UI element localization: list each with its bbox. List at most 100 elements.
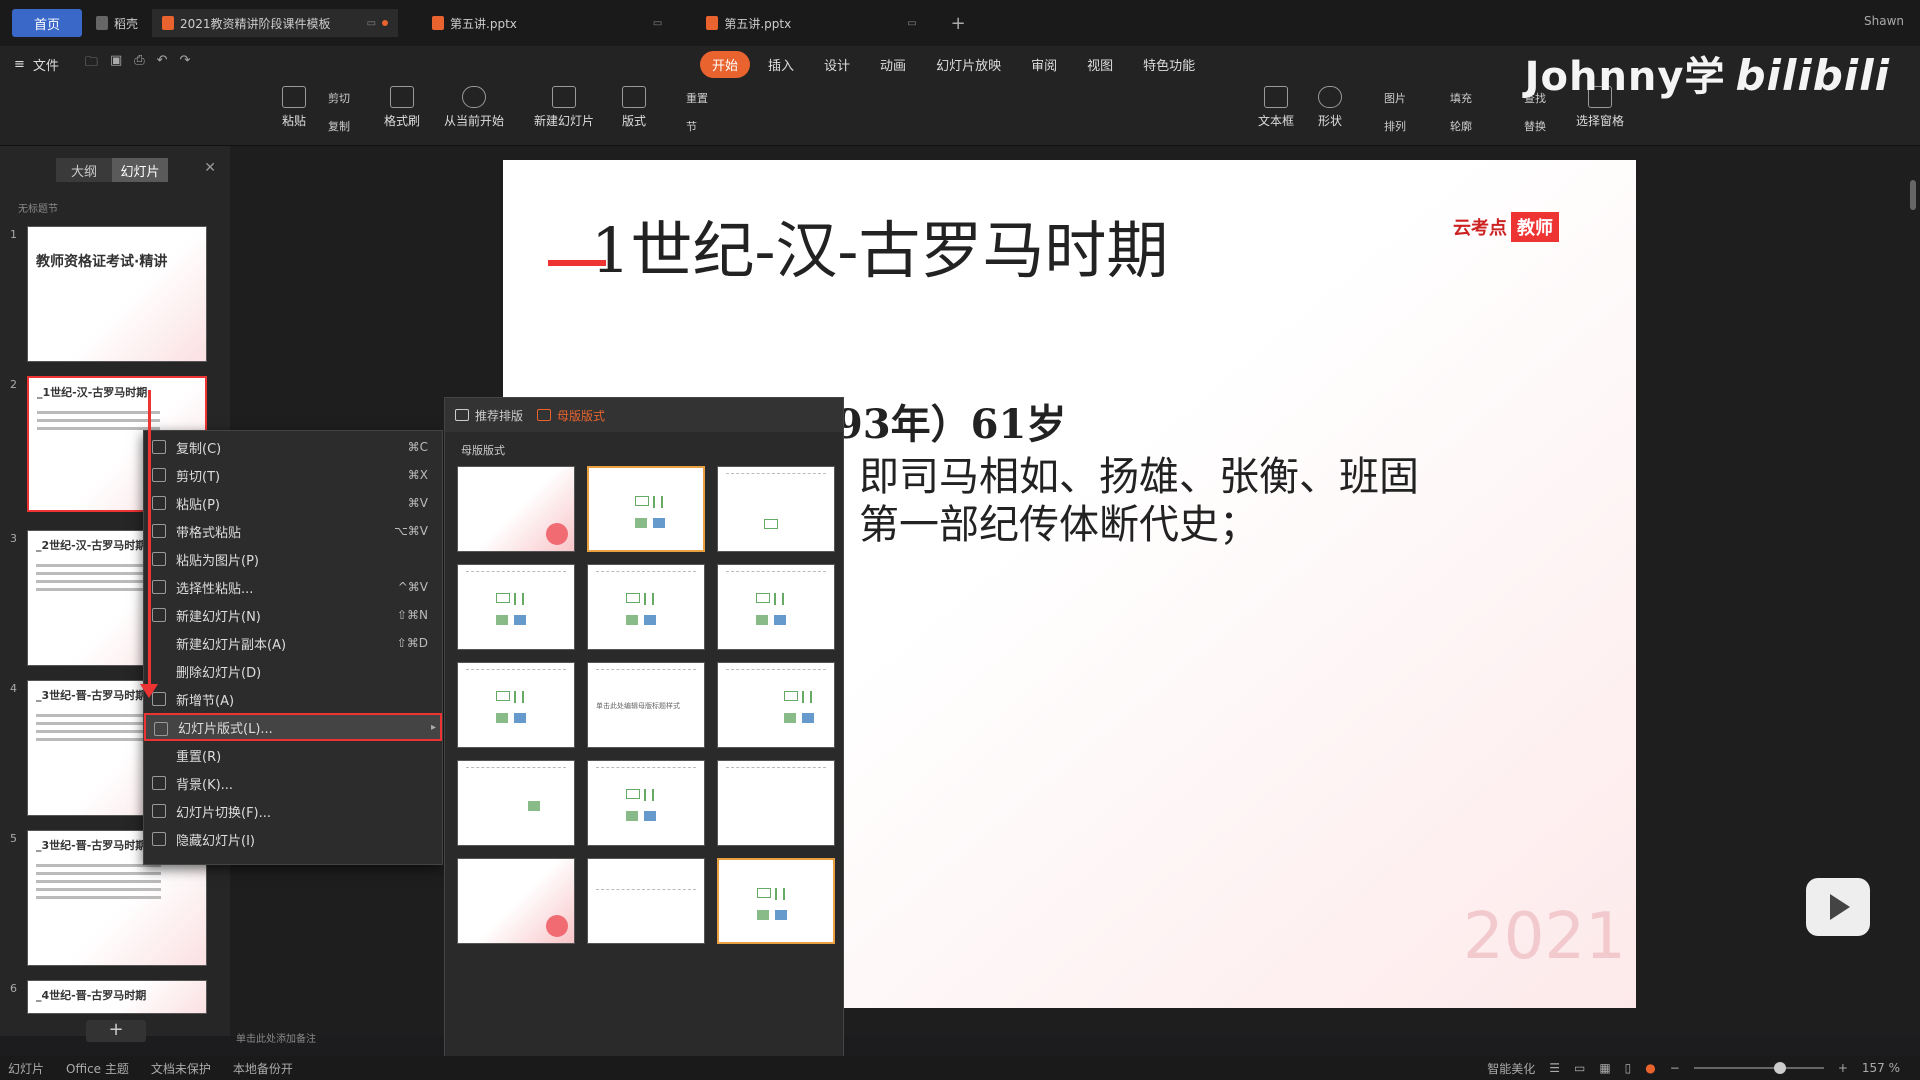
picture-button[interactable]: 图片 [1384,90,1406,106]
zoom-out-icon[interactable]: − [1670,1061,1680,1075]
menu-item-paste[interactable]: 粘贴(P) ⌘V [144,489,442,517]
replace-button[interactable]: 替换 [1524,118,1546,134]
undo-icon[interactable]: ↶ [157,53,168,75]
reset-button[interactable]: 重置 [686,90,708,106]
normal-view-icon[interactable]: ▭ [1574,1061,1585,1075]
layout-option[interactable] [717,662,835,748]
doc-tab-lecture5[interactable]: 第五讲.pptx ▭ [422,9,672,37]
tab-start[interactable]: 开始 [700,50,751,78]
menu-item-new-slide[interactable]: 新建幻灯片(N) ⇧⌘N [144,601,442,629]
doc-tab-template[interactable]: 2021教资精讲阶段课件模板 ▭ [152,9,399,37]
tab-view[interactable]: 视图 [1075,51,1125,78]
layout-option[interactable] [717,466,835,552]
menu-item-reset[interactable]: 重置(R) [144,741,442,769]
layout-button[interactable]: 版式 [622,86,646,129]
textbox-button[interactable]: 文本框 [1258,86,1294,129]
smart-beautify-button[interactable]: 智能美化 [1487,1060,1535,1077]
add-slide-button[interactable]: + [86,1020,146,1042]
user-name[interactable]: Shawn [1864,14,1904,28]
menu-item-hide-slide[interactable]: 隐藏幻灯片(I) [144,825,442,853]
menu-item-new-section[interactable]: 新增节(A) [144,685,442,713]
tab-features[interactable]: 特色功能 [1131,51,1207,78]
sorter-view-icon[interactable]: ▦ [1599,1061,1610,1075]
menu-item-paste-picture[interactable]: 粘贴为图片(P) [144,545,442,573]
layout-option[interactable] [587,564,705,650]
tab-slides[interactable]: 幻灯片 [112,158,168,182]
new-slide-button[interactable]: 新建幻灯片 [534,86,594,129]
layout-option[interactable] [717,858,835,944]
layout-option[interactable] [457,760,575,846]
menu-item-duplicate-slide[interactable]: 新建幻灯片副本(A) ⇧⌘D [144,629,442,657]
save-icon[interactable]: ▣ [110,53,122,75]
vertical-scrollbar[interactable] [1910,180,1916,210]
status-protect[interactable]: 文档未保护 [151,1060,211,1077]
image-icon [635,518,647,528]
tab-slideshow[interactable]: 幻灯片放映 [924,51,1013,78]
doc-tab-lecture5-b[interactable]: 第五讲.pptx ▭ [696,9,926,37]
tab-insert[interactable]: 插入 [756,51,806,78]
copy-button[interactable]: 复制 [328,118,350,134]
background-icon [152,776,166,790]
slide-text-line[interactable]: 93年）61岁 [835,392,1066,450]
zoom-slider-knob[interactable] [1773,1062,1786,1074]
menu-item-paste-format[interactable]: 带格式粘贴 ⌥⌘V [144,517,442,545]
zoom-in-icon[interactable]: + [1838,1061,1848,1075]
tab-outline[interactable]: 大纲 [56,158,112,182]
cut-button[interactable]: 剪切 [328,90,350,106]
notes-placeholder[interactable]: 单击此处添加备注 [236,1030,316,1045]
video-play-icon[interactable] [1806,878,1870,936]
status-slide[interactable]: 幻灯片 [8,1060,44,1077]
shape-button[interactable]: 形状 [1318,86,1342,129]
section-label[interactable]: 无标题节 [18,200,58,215]
from-current-button[interactable]: 从当前开始 [444,86,504,129]
layout-option[interactable] [457,564,575,650]
notes-view-icon[interactable]: ☰ [1549,1061,1560,1075]
new-tab-button[interactable]: + [951,13,966,34]
layout-option[interactable] [457,662,575,748]
slide-thumbnail[interactable]: 教师资格证考试·精讲 [27,226,207,362]
reading-view-icon[interactable]: ▯ [1625,1061,1632,1075]
tab-animation[interactable]: 动画 [868,51,918,78]
status-backup[interactable]: 本地备份开 [233,1060,293,1077]
arrange-button[interactable]: 排列 [1384,118,1406,134]
status-theme[interactable]: Office 主题 [66,1060,129,1077]
layout-option[interactable]: 单击此处编辑母版标题样式 [587,662,705,748]
tab-design[interactable]: 设计 [812,51,862,78]
tab-master-layout[interactable]: 母版版式 [537,407,605,424]
layout-option[interactable] [457,466,575,552]
menu-item-copy[interactable]: 复制(C) ⌘C [144,433,442,461]
slide-title[interactable]: 1世纪-汉-古罗马时期 [591,200,1168,290]
layout-option[interactable] [587,760,705,846]
slide-thumbnail[interactable]: _4世纪-晋-古罗马时期 [27,980,207,1014]
redo-icon[interactable]: ↷ [180,53,191,75]
home-tab[interactable]: 首页 [12,9,82,37]
format-painter-button[interactable]: 格式刷 [384,86,420,129]
menu-item-cut[interactable]: 剪切(T) ⌘X [144,461,442,489]
menu-item-slide-layout[interactable]: 幻灯片版式(L)... ▸ [144,713,442,741]
print-icon[interactable]: ⎙ [134,53,144,75]
file-menu[interactable]: ≡ 文件 🗀 ▣ ⎙ ↶ ↷ [0,53,270,75]
layout-option[interactable] [587,858,705,944]
menu-item-transition[interactable]: 幻灯片切换(F)... [144,797,442,825]
video-icon [653,518,665,528]
slide-text-line[interactable]: 第一部纪传体断代史； [859,492,1259,550]
paste-button[interactable]: 粘贴 [282,86,306,129]
menu-item-delete-slide[interactable]: 删除幻灯片(D) [144,657,442,685]
menu-item-paste-special[interactable]: 选择性粘贴... ^⌘V [144,573,442,601]
play-slideshow-icon[interactable]: ● [1645,1061,1655,1075]
layout-option[interactable] [717,564,835,650]
menu-item-background[interactable]: 背景(K)... [144,769,442,797]
zoom-level[interactable]: 157 % [1862,1061,1900,1075]
tab-recommended-layout[interactable]: 推荐排版 [455,407,523,424]
layout-option-selected[interactable] [587,466,705,552]
zoom-slider[interactable] [1693,1062,1824,1074]
open-icon[interactable]: 🗀 [85,53,98,75]
wps-tab[interactable]: 稻壳 [86,9,148,37]
tab-review[interactable]: 审阅 [1019,51,1069,78]
fill-button[interactable]: 填充 [1450,90,1472,106]
close-icon[interactable]: ✕ [204,160,216,176]
layout-option[interactable] [717,760,835,846]
layout-option[interactable] [457,858,575,944]
section-button[interactable]: 节 [686,118,697,134]
outline-button[interactable]: 轮廓 [1450,118,1472,134]
